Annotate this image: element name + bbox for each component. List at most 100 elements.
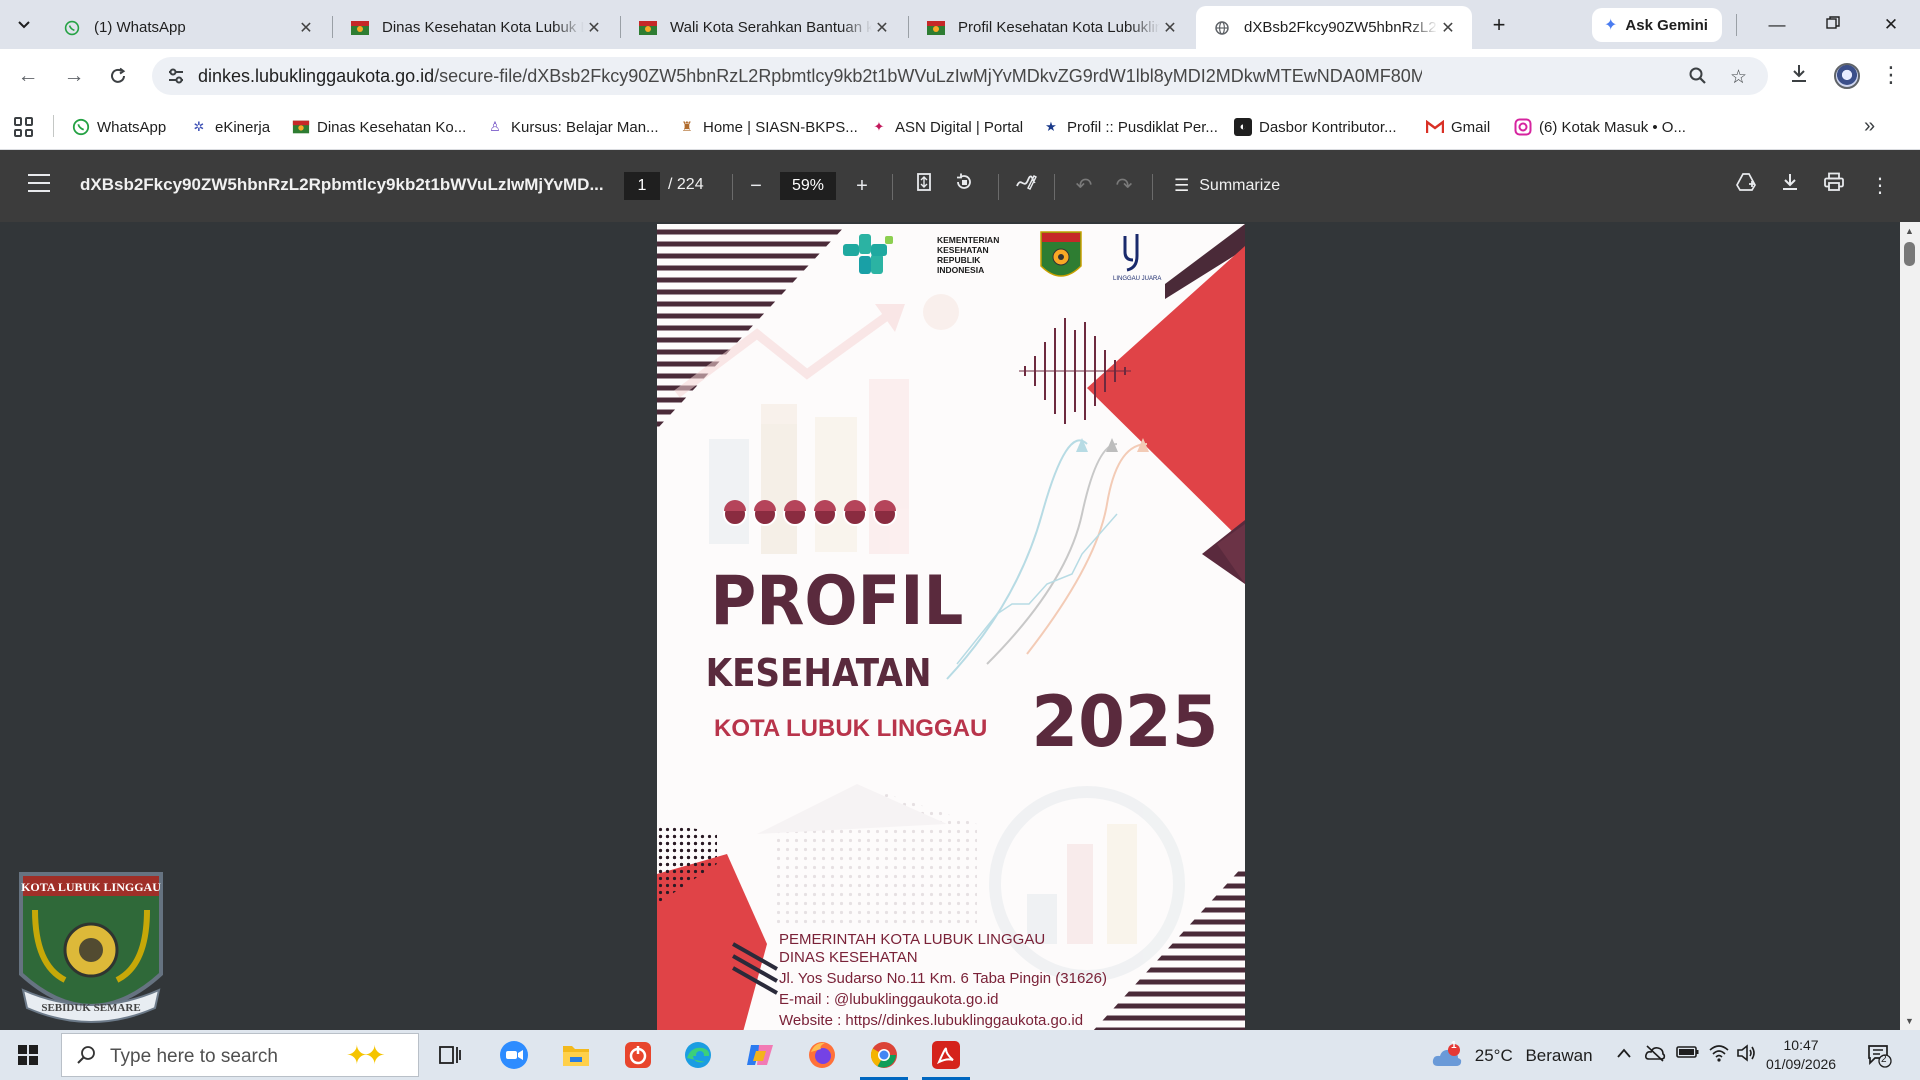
pdf-page: KEMENTERIAN KESEHATAN REPUBLIK INDONESIA… — [657, 224, 1245, 1030]
tab-wali-kota[interactable]: Wali Kota Serahkan Bantuan k ✕ — [622, 6, 906, 49]
page-total: / 224 — [668, 176, 704, 193]
taskbar-clock[interactable]: 10:47 01/09/2026 — [1766, 1036, 1836, 1074]
pdf-toolbar-separator — [1054, 174, 1055, 200]
course-icon: ♙ — [489, 119, 501, 134]
bookmark-dinas-kesehatan[interactable]: Dinas Kesehatan Ko... — [292, 115, 466, 139]
city-crest-logo — [1040, 231, 1082, 277]
bookmark-whatsapp[interactable]: WhatsApp — [72, 115, 166, 139]
show-hidden-icons-chevron-icon[interactable] — [1616, 1044, 1632, 1064]
zoom-app-icon[interactable] — [496, 1037, 532, 1073]
close-tab-icon[interactable]: ✕ — [296, 18, 316, 38]
tab-whatsapp[interactable]: (1) WhatsApp ✕ — [46, 6, 330, 49]
file-explorer-icon[interactable] — [558, 1037, 594, 1073]
bookmark-label: Dasbor Kontributor... — [1259, 118, 1397, 136]
close-window-button[interactable]: ✕ — [1876, 10, 1906, 40]
zoom-in-button[interactable]: + — [848, 172, 876, 200]
minimize-button[interactable]: — — [1762, 10, 1792, 40]
close-tab-icon[interactable]: ✕ — [1438, 18, 1458, 38]
rotate-button[interactable] — [950, 172, 978, 200]
copilot-app-icon[interactable] — [742, 1037, 778, 1073]
reload-button[interactable] — [104, 62, 132, 90]
bookmark-ekinerja[interactable]: ✲ eKinerja — [190, 115, 271, 139]
restore-button[interactable] — [1818, 10, 1848, 40]
profile-avatar[interactable] — [1834, 63, 1860, 89]
new-tab-button[interactable]: + — [1486, 12, 1512, 38]
zoom-level-input[interactable]: 59% — [780, 172, 836, 200]
bookmark-pusdiklat[interactable]: ★ Profil :: Pusdiklat Per... — [1042, 115, 1218, 139]
scroll-up-arrow-icon[interactable]: ▲ — [1905, 226, 1914, 236]
pdf-viewer-area: KEMENTERIAN KESEHATAN REPUBLIK INDONESIA… — [0, 222, 1920, 1030]
annotate-button[interactable] — [1012, 172, 1040, 200]
tab-search-button[interactable] — [10, 12, 38, 38]
ministry-line-2: KESEHATAN — [937, 245, 989, 255]
bookmark-dasbor[interactable]: ◐ Dasbor Kontributor... — [1234, 115, 1397, 139]
summarize-button[interactable]: ☰ Summarize — [1174, 172, 1280, 200]
address-bar[interactable]: dinkes.lubuklinggaukota.go.id/secure-fil… — [152, 57, 1768, 95]
tab-title: Dinas Kesehatan Kota Lubuk L — [382, 19, 584, 36]
scroll-thumb[interactable] — [1904, 242, 1915, 266]
url-text[interactable]: dinkes.lubuklinggaukota.go.id/secure-fil… — [198, 66, 1422, 87]
pdf-toolbar-separator — [892, 174, 893, 200]
firefox-icon[interactable] — [804, 1037, 840, 1073]
pen-icon — [1016, 175, 1037, 190]
chrome-taskbar-icon[interactable] — [860, 1037, 908, 1080]
cover-title-profil: PROFIL — [710, 562, 963, 641]
bookmark-kursus[interactable]: ♙ Kursus: Belajar Man... — [486, 115, 659, 139]
pdf-scrollbar[interactable]: ▲ ▼ — [1900, 222, 1920, 1030]
zoom-page-icon[interactable] — [1688, 66, 1708, 92]
bookmark-label: Kursus: Belajar Man... — [511, 118, 659, 136]
site-crest-icon — [639, 20, 657, 35]
edge-browser-icon[interactable] — [680, 1037, 716, 1073]
pdf-sidebar-menu-icon[interactable] — [28, 174, 50, 192]
redo-button[interactable]: ↷ — [1110, 172, 1138, 200]
scroll-down-arrow-icon[interactable]: ▼ — [1905, 1016, 1914, 1026]
print-button[interactable] — [1820, 172, 1848, 200]
notification-center-icon[interactable]: 2 — [1866, 1042, 1892, 1068]
bookmark-star-icon[interactable]: ☆ — [1730, 66, 1747, 89]
tab-profil-kesehatan[interactable]: Profil Kesehatan Kota Lubuklin ✕ — [910, 6, 1194, 49]
drive-add-icon — [1736, 173, 1756, 191]
site-settings-icon[interactable] — [166, 66, 186, 86]
site-crest-icon — [927, 20, 945, 35]
chrome-menu-icon[interactable]: ⋮ — [1880, 62, 1902, 88]
more-bookmarks-icon[interactable]: » — [1864, 115, 1875, 138]
wifi-icon[interactable] — [1708, 1044, 1730, 1067]
cloud-offline-icon[interactable] — [1644, 1044, 1666, 1067]
tab-dinas-kesehatan[interactable]: Dinas Kesehatan Kota Lubuk L ✕ — [334, 6, 618, 49]
watermark-bottom-text: SEBIDUK SEMARE — [41, 1002, 140, 1014]
undo-button[interactable]: ↶ — [1070, 172, 1098, 200]
page-number-input[interactable]: 1 — [624, 172, 660, 200]
bookmark-asn-digital[interactable]: ✦ ASN Digital | Portal — [870, 115, 1024, 139]
forward-button[interactable]: → — [60, 62, 88, 90]
fit-page-button[interactable] — [910, 172, 938, 200]
tab-separator — [332, 16, 333, 38]
download-icon — [1783, 174, 1797, 190]
close-tab-icon[interactable]: ✕ — [1160, 18, 1180, 38]
linggau-juara-logo: LINGGAU JUARA — [1113, 234, 1161, 282]
close-tab-icon[interactable]: ✕ — [872, 18, 892, 38]
bookmark-siasn[interactable]: ♜ Home | SIASN-BKPS... — [678, 115, 858, 139]
pdf-download-button[interactable] — [1776, 172, 1804, 200]
shutdown-app-icon[interactable] — [620, 1037, 656, 1073]
acrobat-reader-icon[interactable] — [922, 1037, 970, 1080]
task-view-icon[interactable] — [432, 1037, 468, 1073]
ask-gemini-button[interactable]: ✦ Ask Gemini — [1592, 8, 1722, 42]
zoom-out-button[interactable]: − — [742, 172, 770, 200]
pdf-more-icon[interactable]: ⋮ — [1866, 172, 1894, 200]
windows-taskbar: Type here to search ✦✦ 1 25°C Berawan 10… — [0, 1030, 1920, 1080]
weather-widget[interactable]: 1 25°C Berawan — [1430, 1040, 1593, 1070]
battery-icon[interactable] — [1676, 1044, 1700, 1065]
bookmark-kotak-masuk[interactable]: (6) Kotak Masuk • O... — [1514, 115, 1686, 139]
search-placeholder: Type here to search — [110, 1046, 278, 1067]
back-button[interactable]: ← — [14, 62, 42, 90]
bookmark-gmail[interactable]: Gmail — [1426, 115, 1490, 139]
volume-icon[interactable] — [1736, 1044, 1758, 1067]
taskbar-search-box[interactable]: Type here to search ✦✦ — [61, 1033, 419, 1077]
close-tab-icon[interactable]: ✕ — [584, 18, 604, 38]
apps-grid-icon[interactable] — [14, 117, 34, 137]
whatsapp-icon — [64, 20, 80, 35]
windows-start-icon[interactable] — [18, 1045, 38, 1065]
downloads-icon[interactable] — [1788, 62, 1810, 90]
drive-save-button[interactable] — [1732, 172, 1760, 200]
tab-pdf-active[interactable]: dXBsb2Fkcy90ZW5hbnRzL2Rp ✕ — [1196, 6, 1472, 49]
